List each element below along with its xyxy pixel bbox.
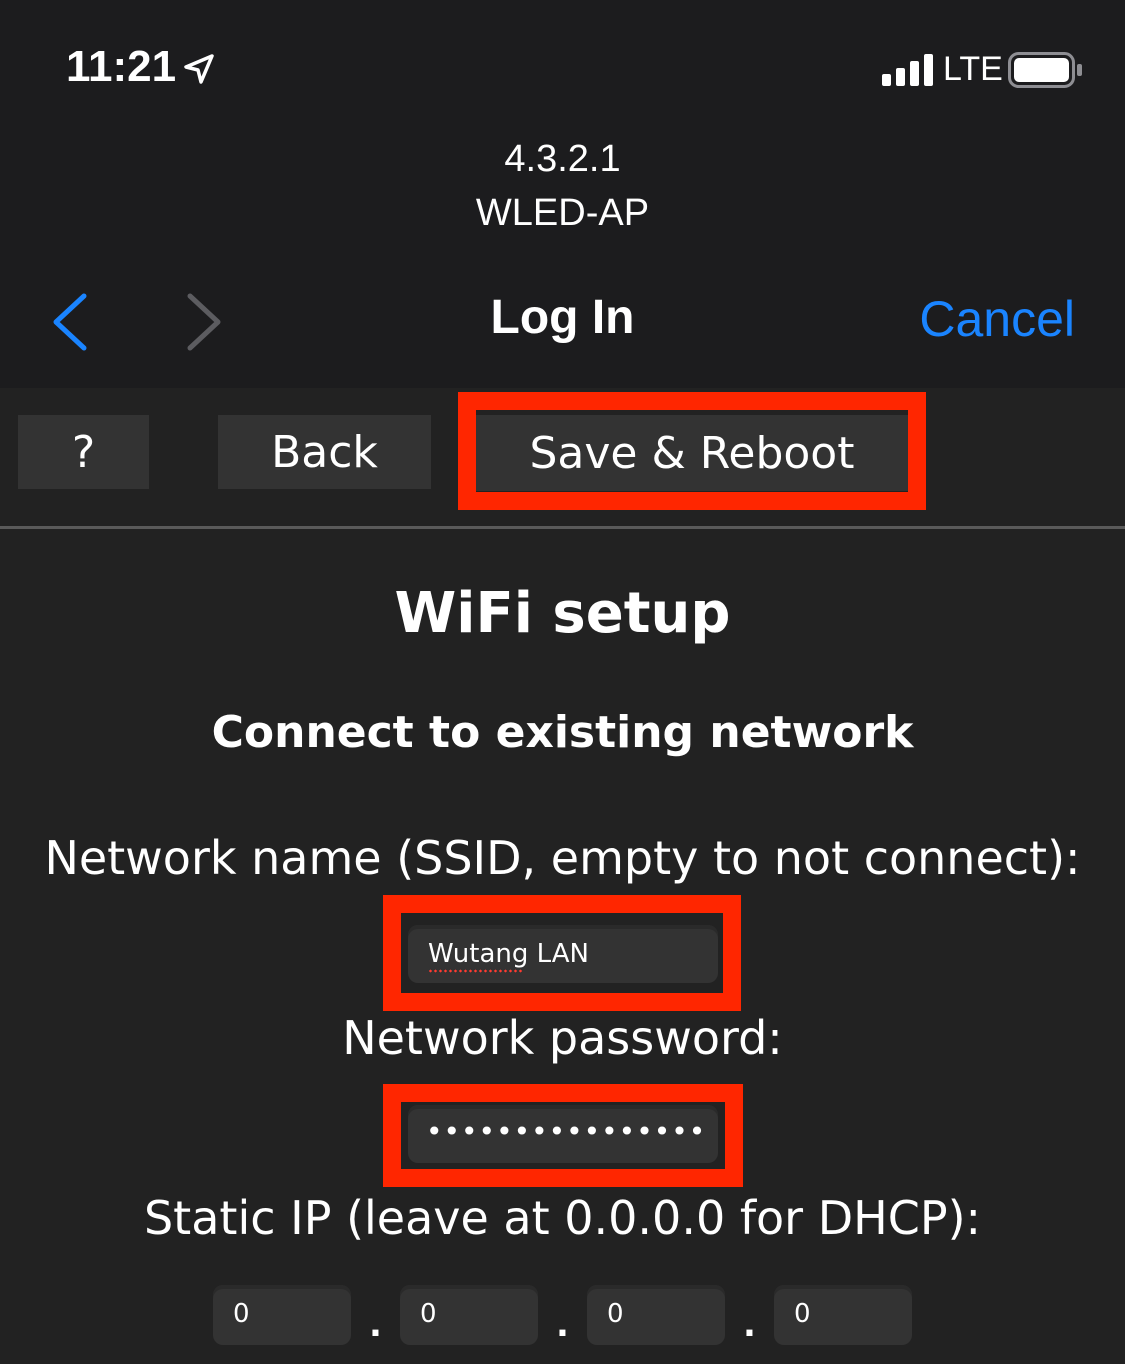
ip-separator: .	[556, 1305, 569, 1345]
ip-separator: .	[369, 1305, 382, 1345]
back-button[interactable]: Back	[218, 415, 431, 489]
host-name: WLED-AP	[475, 192, 650, 234]
ip-octet-2-input[interactable]: 0	[400, 1285, 538, 1345]
browser-header: 4.3.2.1 WLED-AP Log In Cancel	[0, 130, 1125, 388]
section-subheading: Connect to existing network	[211, 707, 914, 758]
wifi-setup-form: WiFi setup Connect to existing network N…	[0, 529, 1125, 1364]
ip-separator: .	[743, 1305, 756, 1345]
ip-octet-3-input[interactable]: 0	[587, 1285, 725, 1345]
password-label: Network password:	[342, 1011, 783, 1065]
ssid-label: Network name (SSID, empty to not connect…	[44, 831, 1081, 885]
section-heading: WiFi setup	[394, 581, 731, 646]
help-button[interactable]: ?	[18, 415, 149, 489]
static-ip-label: Static IP (leave at 0.0.0.0 for DHCP):	[143, 1191, 982, 1245]
toolbar: ? Back Save & Reboot	[0, 388, 1125, 529]
ip-octet-4-input[interactable]: 0	[774, 1285, 912, 1345]
highlight-box	[458, 392, 926, 510]
location-arrow-icon	[184, 54, 214, 84]
network-type: LTE	[943, 50, 1003, 88]
highlight-box	[383, 895, 741, 1011]
battery-icon	[1008, 52, 1082, 88]
highlight-box	[383, 1084, 743, 1187]
status-bar: 11:21 LTE	[0, 0, 1125, 130]
status-time: 11:21	[66, 42, 177, 91]
cellular-signal-icon	[882, 54, 933, 86]
host-version: 4.3.2.1	[504, 138, 621, 180]
ip-octet-1-input[interactable]: 0	[213, 1285, 351, 1345]
cancel-button[interactable]: Cancel	[919, 290, 1075, 348]
